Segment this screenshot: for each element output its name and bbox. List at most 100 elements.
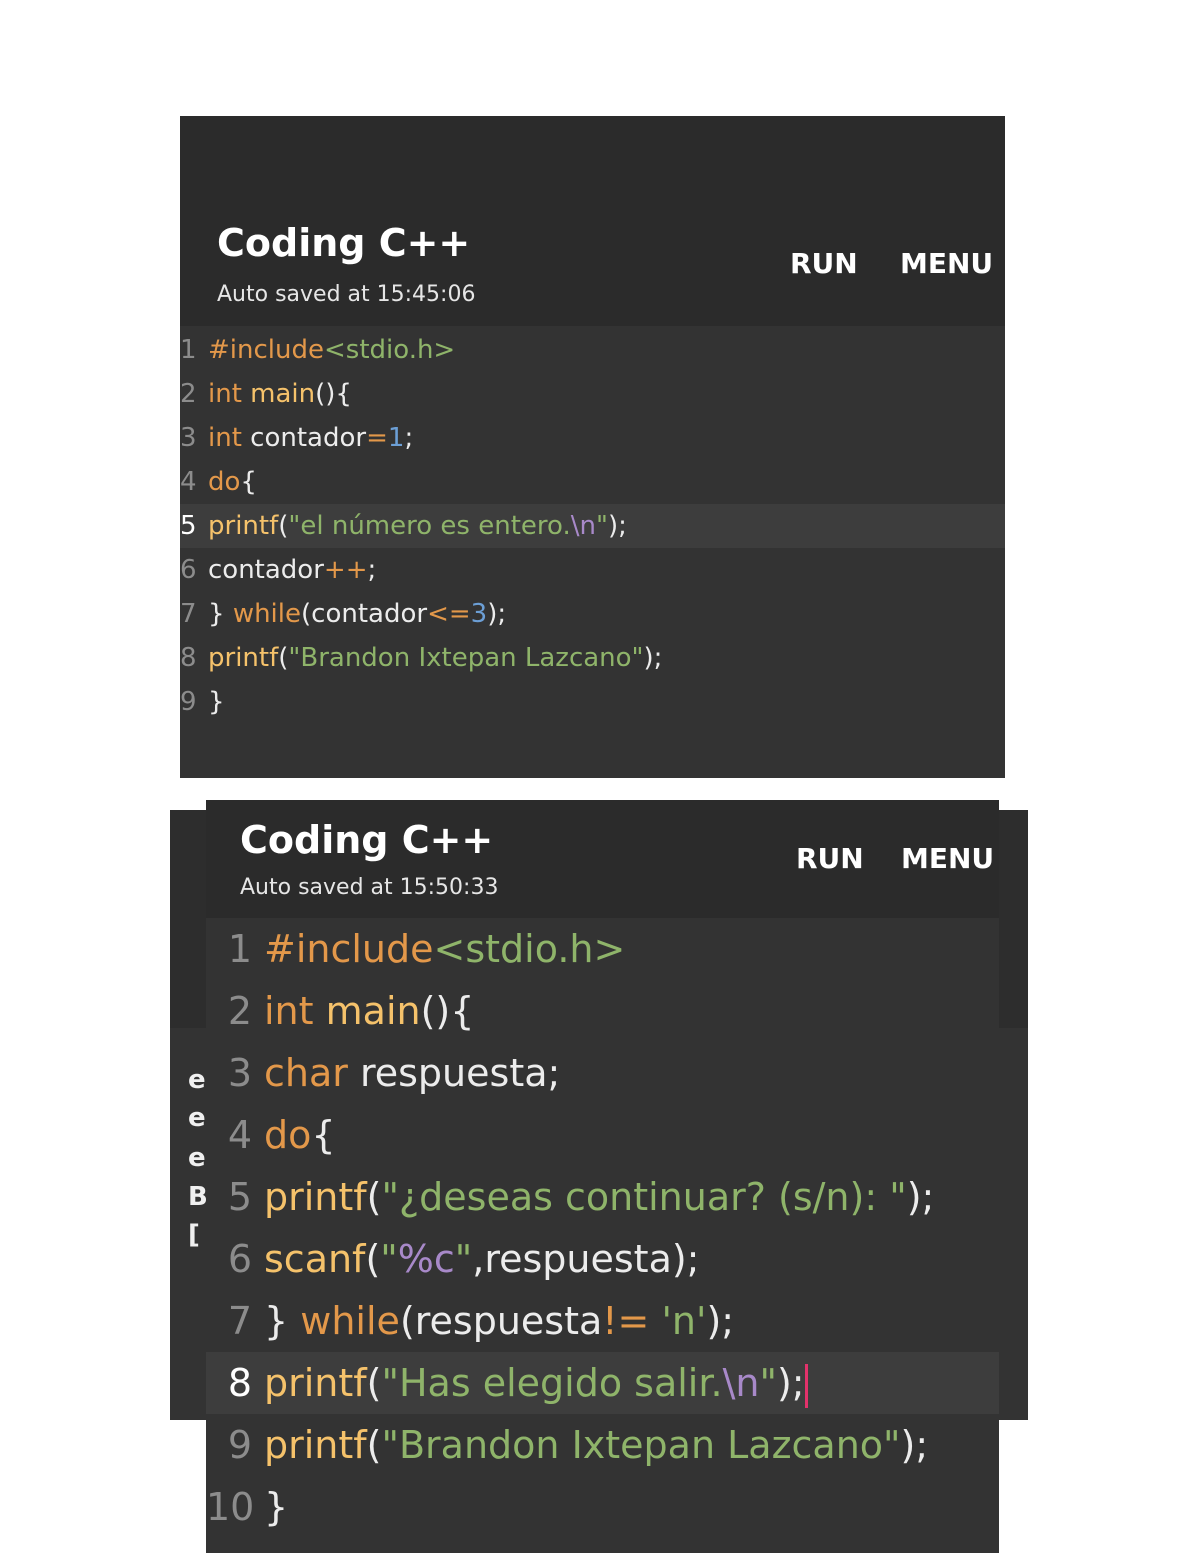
partial-glyph: e <box>188 1065 206 1095</box>
line-number: 2 <box>227 989 252 1033</box>
partial-glyph: B <box>188 1182 208 1212</box>
code-token: ( <box>365 1237 381 1281</box>
code-token: 3 <box>470 599 488 629</box>
app-title: Coding C++ <box>240 818 494 862</box>
code-token: { <box>311 1113 336 1157</box>
code-editor-screenshot-1: Coding C++ Auto saved at 15:45:06 RUN ME… <box>180 116 1005 778</box>
code-token: } <box>208 599 233 629</box>
line-number: 6 <box>227 1237 252 1281</box>
code-token: respuesta; <box>347 1051 561 1095</box>
code-token: } <box>264 1299 301 1343</box>
line-number: 7 <box>227 1299 252 1343</box>
line-number: 6 <box>180 555 197 585</box>
code-token: (contador <box>301 599 428 629</box>
code-token: 1 <box>387 423 405 453</box>
code-token: char <box>264 1051 348 1095</box>
code-token: ( <box>366 1175 382 1219</box>
code-token: (respuesta <box>399 1299 603 1343</box>
code-token: printf <box>264 1361 367 1405</box>
run-button[interactable]: RUN <box>790 247 858 280</box>
code-token: do <box>264 1113 312 1157</box>
code-line[interactable]: 6 contador++; <box>180 548 1005 592</box>
line-number: 7 <box>180 599 197 629</box>
code-token: } <box>208 687 225 717</box>
code-token: " <box>595 511 608 541</box>
code-token: do <box>208 467 241 497</box>
code-line[interactable]: 4 do{ <box>206 1104 999 1166</box>
code-token: ); <box>643 643 663 673</box>
code-token: printf <box>264 1175 367 1219</box>
code-token: "Has elegido salir. <box>381 1361 723 1405</box>
code-token: ); <box>906 1175 935 1219</box>
code-line[interactable]: 7 } while(contador<=3); <box>180 592 1005 636</box>
code-editor[interactable]: 1 #include<stdio.h> 2 int main(){ 3 int … <box>180 326 1005 778</box>
code-token: "¿deseas continuar? (s/n): " <box>381 1175 907 1219</box>
line-number: 4 <box>180 467 197 497</box>
line-number: 3 <box>227 1051 252 1095</box>
code-line[interactable]: 1 #include<stdio.h> <box>180 328 1005 372</box>
line-number: 8 <box>180 643 197 673</box>
code-line[interactable]: 2 int main(){ <box>206 980 999 1042</box>
code-token: while <box>232 599 301 629</box>
code-token: ( <box>278 511 289 541</box>
code-token: printf <box>208 511 279 541</box>
code-token: #include <box>208 335 324 365</box>
line-number: 9 <box>227 1423 252 1467</box>
code-token: \n <box>722 1361 760 1405</box>
code-token: " <box>759 1361 777 1405</box>
code-editor[interactable]: 1 #include<stdio.h> 2 int main(){ 3 char… <box>206 918 999 1553</box>
code-line[interactable]: 1 #include<stdio.h> <box>206 918 999 980</box>
partial-glyph: [ <box>188 1220 200 1250</box>
line-number: 5 <box>180 511 197 541</box>
code-token: (){ <box>420 989 475 1033</box>
code-token: int <box>208 379 242 409</box>
code-token: <= <box>427 599 471 629</box>
line-number: 8 <box>227 1361 252 1405</box>
menu-button[interactable]: MENU <box>901 842 994 875</box>
code-line[interactable]: 10 } <box>206 1476 999 1538</box>
partial-glyph: e <box>188 1143 206 1173</box>
code-line[interactable]: 6 scanf("%c",respuesta); <box>206 1228 999 1290</box>
code-line[interactable]: 4 do{ <box>180 460 1005 504</box>
code-line-active[interactable]: 5 printf("el número es entero.\n"); <box>180 504 1005 548</box>
code-token: "Brandon Ixtepan Lazcano" <box>288 643 644 673</box>
run-button[interactable]: RUN <box>796 842 864 875</box>
code-token: "el número es entero. <box>288 511 571 541</box>
partial-glyph: e <box>188 1103 206 1133</box>
code-token: int <box>264 989 314 1033</box>
line-number: 9 <box>180 687 197 717</box>
menu-button[interactable]: MENU <box>900 247 993 280</box>
code-line[interactable]: 3 int contador=1; <box>180 416 1005 460</box>
code-line[interactable]: 7 } while(respuesta!= 'n'); <box>206 1290 999 1352</box>
line-number: 2 <box>180 379 197 409</box>
code-token: ); <box>706 1299 735 1343</box>
code-token: while <box>300 1299 400 1343</box>
code-line[interactable]: 5 printf("¿deseas continuar? (s/n): "); <box>206 1166 999 1228</box>
app-header: Coding C++ Auto saved at 15:45:06 RUN ME… <box>180 116 1005 326</box>
code-token: contador <box>241 423 367 453</box>
code-line[interactable]: 9 printf("Brandon Ixtepan Lazcano"); <box>206 1414 999 1476</box>
code-token: %c <box>397 1237 455 1281</box>
code-token: != <box>602 1299 650 1343</box>
code-token: "Brandon Ixtepan Lazcano" <box>381 1423 901 1467</box>
code-token: ); <box>776 1361 805 1405</box>
code-line[interactable]: 3 char respuesta; <box>206 1042 999 1104</box>
code-token: contador <box>208 555 324 585</box>
code-token: main <box>250 379 316 409</box>
app-header: Coding C++ Auto saved at 15:50:33 RUN ME… <box>206 800 999 918</box>
code-token: ; <box>367 555 377 585</box>
code-token: ,respuesta); <box>472 1237 700 1281</box>
code-line[interactable]: 2 int main(){ <box>180 372 1005 416</box>
code-token: int <box>208 423 242 453</box>
code-token: ; <box>404 423 414 453</box>
code-token: 'n' <box>661 1299 707 1343</box>
code-token: <stdio.h> <box>433 927 626 971</box>
code-line-active[interactable]: 8 printf("Has elegido salir.\n"); <box>206 1352 999 1414</box>
code-token: scanf <box>264 1237 366 1281</box>
code-line[interactable]: 8 printf("Brandon Ixtepan Lazcano"); <box>180 636 1005 680</box>
code-token: ( <box>366 1361 382 1405</box>
code-token: ( <box>366 1423 382 1467</box>
code-line[interactable]: 9 } <box>180 680 1005 724</box>
autosave-status: Auto saved at 15:45:06 <box>217 282 476 307</box>
